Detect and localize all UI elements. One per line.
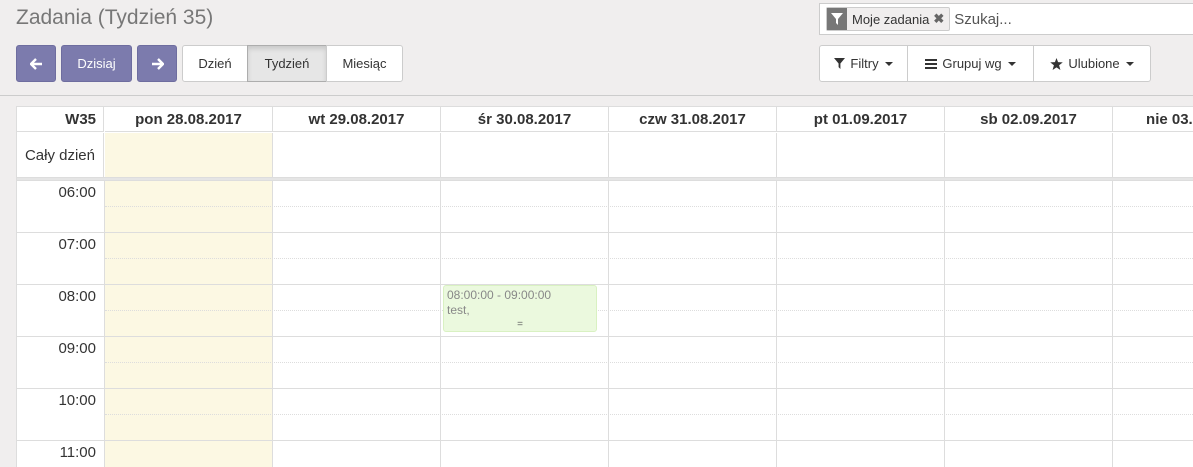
filter-icon bbox=[834, 58, 846, 69]
day-column[interactable] bbox=[609, 181, 777, 467]
half-hour-line bbox=[105, 206, 1193, 207]
search-options: Filtry Grupuj wg Ulubione bbox=[819, 45, 1151, 82]
view-day-button[interactable]: Dzień bbox=[182, 45, 248, 82]
time-label: 09:00 bbox=[58, 340, 96, 357]
week-calendar: W35 pon 28.08.2017 wt 29.08.2017 śr 30.0… bbox=[16, 106, 1193, 467]
day-column[interactable] bbox=[105, 181, 273, 467]
time-label: 10:00 bbox=[58, 392, 96, 409]
half-hour-line bbox=[105, 362, 1193, 363]
allday-cell[interactable] bbox=[273, 133, 441, 178]
facet-label: Moje zadania bbox=[852, 11, 930, 27]
calendar-event[interactable]: 08:00:00 - 09:00:00 test, = bbox=[443, 285, 597, 332]
time-label: 06:00 bbox=[58, 184, 96, 201]
filter-icon bbox=[827, 8, 847, 30]
allday-cell[interactable] bbox=[609, 133, 777, 178]
caret-down-icon bbox=[884, 61, 893, 66]
arrow-left-icon bbox=[29, 57, 42, 70]
hour-line bbox=[17, 232, 1193, 233]
event-resize-handle[interactable]: = bbox=[444, 320, 596, 330]
half-hour-line bbox=[105, 258, 1193, 259]
filters-label: Filtry bbox=[850, 56, 879, 71]
filters-button[interactable]: Filtry bbox=[819, 45, 908, 82]
hour-line bbox=[17, 388, 1193, 389]
day-header[interactable]: czw 31.08.2017 bbox=[609, 107, 777, 132]
search-bar: Moje zadania ✖ bbox=[819, 3, 1193, 35]
group-by-label: Grupuj wg bbox=[942, 56, 1002, 71]
separator bbox=[0, 95, 1193, 96]
allday-cell[interactable] bbox=[777, 133, 945, 178]
day-column[interactable] bbox=[945, 181, 1113, 467]
day-header[interactable]: pt 01.09.2017 bbox=[777, 107, 945, 132]
event-title: test, bbox=[447, 303, 470, 317]
facet-remove-icon[interactable]: ✖ bbox=[933, 11, 949, 27]
search-input[interactable] bbox=[954, 10, 1155, 28]
day-column[interactable] bbox=[1113, 181, 1193, 467]
view-week-button[interactable]: Tydzień bbox=[247, 45, 327, 82]
star-icon bbox=[1050, 57, 1064, 70]
allday-cell[interactable] bbox=[105, 133, 273, 178]
bars-icon bbox=[925, 58, 938, 69]
day-header[interactable]: pon 28.08.2017 bbox=[105, 107, 273, 132]
day-header[interactable]: śr 30.08.2017 bbox=[441, 107, 609, 132]
search-facet: Moje zadania ✖ bbox=[826, 7, 951, 31]
time-label: 11:00 bbox=[59, 444, 96, 461]
caret-down-icon bbox=[1007, 61, 1016, 66]
day-header[interactable]: wt 29.08.2017 bbox=[273, 107, 441, 132]
next-button[interactable] bbox=[137, 45, 177, 82]
allday-cell[interactable] bbox=[1113, 133, 1193, 178]
previous-button[interactable] bbox=[16, 45, 56, 82]
page-title: Zadania (Tydzień 35) bbox=[16, 6, 214, 29]
view-switcher: Dzień Tydzień Miesiąc bbox=[182, 45, 403, 82]
day-header[interactable]: sb 02.09.2017 bbox=[945, 107, 1113, 132]
allday-cell[interactable] bbox=[441, 133, 609, 178]
time-label: 07:00 bbox=[58, 236, 96, 253]
day-column[interactable] bbox=[777, 181, 945, 467]
group-by-button[interactable]: Grupuj wg bbox=[907, 45, 1034, 82]
view-month-button[interactable]: Miesiąc bbox=[326, 45, 403, 82]
caret-down-icon bbox=[1125, 61, 1134, 66]
arrow-right-icon bbox=[151, 57, 164, 70]
hour-line bbox=[17, 336, 1193, 337]
time-axis bbox=[17, 181, 105, 467]
week-number: W35 bbox=[17, 107, 104, 132]
time-label: 08:00 bbox=[58, 288, 96, 305]
hour-line bbox=[17, 284, 1193, 285]
allday-cell[interactable] bbox=[945, 133, 1113, 178]
favorites-label: Ulubione bbox=[1068, 56, 1120, 71]
hour-line bbox=[17, 440, 1193, 441]
day-header[interactable]: nie 03.09.2017 bbox=[1113, 107, 1193, 132]
favorites-button[interactable]: Ulubione bbox=[1033, 45, 1151, 82]
allday-label: Cały dzień bbox=[17, 133, 104, 178]
half-hour-line bbox=[105, 310, 1193, 311]
day-column[interactable] bbox=[273, 181, 441, 467]
event-time: 08:00:00 - 09:00:00 bbox=[447, 288, 552, 302]
half-hour-line bbox=[105, 414, 1193, 415]
today-button[interactable]: Dzisiaj bbox=[61, 45, 132, 82]
